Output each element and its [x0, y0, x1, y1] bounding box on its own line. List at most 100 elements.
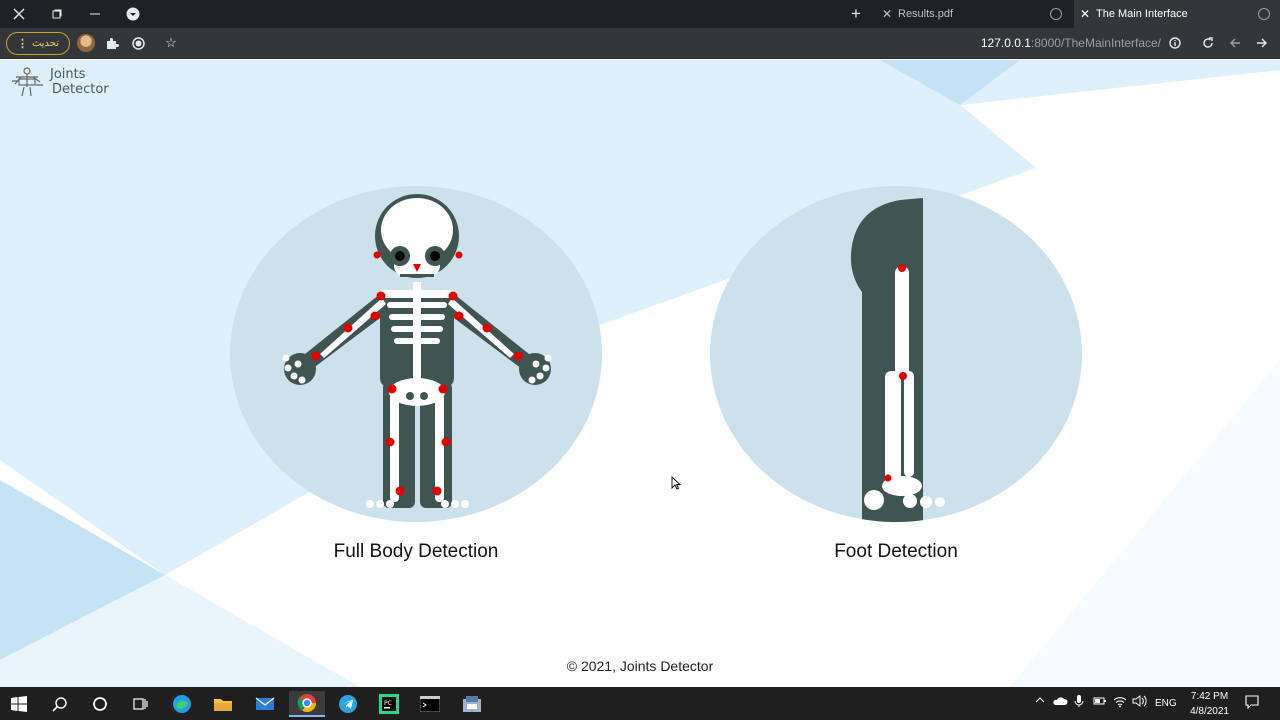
cortana-button[interactable] — [85, 691, 115, 717]
pycharm-icon: PC — [379, 694, 399, 714]
url-path: :8000/TheMainInterface/ — [1030, 36, 1161, 50]
address-bar[interactable]: 127.0.0.1:8000/TheMainInterface/ — [981, 36, 1161, 50]
restore-icon — [52, 9, 62, 19]
arrow-left-icon — [1230, 38, 1240, 48]
browser-toolbar: ⋮ تحديث ☆ 127.0.0.1:8000/TheMainInterfac… — [0, 28, 1280, 59]
tab-main-interface[interactable]: ✕ The Main Interface — [1074, 0, 1280, 28]
back-button[interactable] — [1226, 34, 1244, 52]
cloud-icon — [1053, 697, 1068, 705]
show-hidden-icons-button[interactable] — [1034, 694, 1046, 709]
more-icon: ⋮ — [16, 38, 28, 50]
terminal-app-button[interactable] — [415, 691, 445, 717]
new-tab-button[interactable]: + — [845, 3, 867, 25]
tab-results-pdf[interactable]: ✕ Results.pdf — [876, 0, 1072, 28]
search-button[interactable] — [45, 691, 75, 717]
chevron-down-icon — [126, 7, 140, 21]
wifi-button[interactable] — [1113, 694, 1127, 711]
telegram-icon — [339, 695, 357, 713]
app-button[interactable] — [457, 691, 487, 717]
chevron-up-icon — [1035, 697, 1045, 703]
browser-tab-bar: + ✕ Results.pdf ✕ The Main Interface — [0, 0, 1280, 28]
arrow-right-icon — [1257, 38, 1267, 48]
url-host: 127.0.0.1 — [980, 36, 1031, 50]
restore-window-button[interactable] — [38, 0, 76, 28]
telegram-app-button[interactable] — [333, 691, 363, 717]
puzzle-icon — [106, 37, 119, 49]
bookmark-button[interactable]: ☆ — [162, 34, 180, 52]
record-icon — [131, 36, 145, 50]
notification-icon — [1245, 695, 1259, 710]
reload-icon — [1203, 37, 1213, 48]
file-explorer-button[interactable] — [208, 691, 238, 717]
svg-text:PC: PC — [384, 700, 392, 707]
skeleton-icon — [282, 194, 552, 508]
star-icon: ☆ — [165, 35, 177, 50]
site-logo[interactable]: Joints Detector — [10, 67, 109, 97]
minimize-window-button[interactable] — [76, 0, 114, 28]
logo-skeleton-icon — [12, 67, 43, 97]
foot-detection-card[interactable]: Foot Detection — [710, 186, 1082, 563]
clock-time: 7:42 PM — [1190, 691, 1229, 702]
action-center-button[interactable] — [1245, 695, 1259, 712]
foot-illustration[interactable] — [710, 186, 1082, 522]
minimize-icon — [90, 13, 100, 15]
cortana-icon — [93, 697, 107, 711]
mouse-cursor-icon — [671, 476, 681, 490]
logo-line-1: Joints — [50, 67, 86, 82]
copyright-footer: © 2021, Joints Detector — [566, 658, 714, 674]
close-icon — [13, 8, 25, 20]
task-view-button[interactable] — [125, 691, 155, 717]
chrome-app-button[interactable] — [289, 691, 325, 717]
edge-icon — [173, 695, 191, 713]
tab-title: Results.pdf — [898, 8, 954, 20]
site-info-button[interactable] — [1166, 34, 1184, 52]
system-clock[interactable]: 7:42 PM 4/8/2021 — [1190, 689, 1229, 719]
foot-detection-label[interactable]: Foot Detection — [710, 541, 1082, 563]
app-window-icon — [463, 696, 481, 712]
page-content: Joints Detector Full Body Detection Foot… — [0, 60, 1280, 687]
full-body-detection-label[interactable]: Full Body Detection — [230, 541, 602, 563]
tab-close-icon[interactable]: ✕ — [876, 7, 898, 21]
clock-date: 4/8/2021 — [1190, 706, 1229, 717]
leg-skeleton-icon — [850, 198, 945, 522]
full-body-illustration[interactable] — [230, 186, 602, 522]
wifi-icon — [1113, 697, 1127, 708]
reload-button[interactable] — [1199, 34, 1217, 52]
chrome-icon — [297, 694, 316, 713]
microphone-button[interactable] — [1074, 694, 1084, 711]
info-icon — [1169, 37, 1181, 49]
folder-icon — [214, 699, 232, 711]
speaker-icon — [1132, 695, 1147, 707]
battery-button[interactable] — [1093, 695, 1107, 710]
terminal-icon — [420, 696, 440, 712]
microphone-icon — [1074, 695, 1084, 707]
tab-title: The Main Interface — [1096, 8, 1188, 20]
mail-icon — [255, 697, 275, 710]
start-button[interactable] — [4, 691, 34, 717]
close-window-button[interactable] — [0, 0, 38, 28]
globe-icon — [1258, 8, 1270, 20]
extension-button[interactable] — [129, 34, 147, 52]
windows-logo-icon — [11, 696, 27, 712]
input-language-button[interactable]: ENG — [1155, 698, 1177, 709]
tab-close-icon[interactable]: ✕ — [1074, 7, 1096, 21]
full-body-detection-card[interactable]: Full Body Detection — [230, 186, 602, 563]
edge-app-button[interactable] — [167, 691, 197, 717]
mail-app-button[interactable] — [250, 691, 280, 717]
globe-icon — [1050, 8, 1062, 20]
extensions-button[interactable] — [103, 34, 121, 52]
plus-icon: + — [851, 4, 861, 23]
battery-icon — [1093, 697, 1106, 705]
profile-avatar-icon[interactable] — [77, 34, 95, 52]
logo-line-2: Detector — [52, 82, 109, 97]
task-view-icon — [133, 698, 148, 710]
windows-taskbar: PC ENG 7:42 PM 4/8/2021 — [0, 687, 1280, 720]
pycharm-app-button[interactable]: PC — [374, 691, 404, 717]
search-icon — [52, 697, 67, 712]
volume-button[interactable] — [1132, 694, 1148, 711]
background-decoration — [0, 60, 1280, 687]
onedrive-button[interactable] — [1052, 695, 1068, 710]
forward-button[interactable] — [1253, 34, 1271, 52]
update-button[interactable]: ⋮ تحديث — [6, 32, 70, 55]
tab-search-button[interactable] — [114, 0, 152, 28]
